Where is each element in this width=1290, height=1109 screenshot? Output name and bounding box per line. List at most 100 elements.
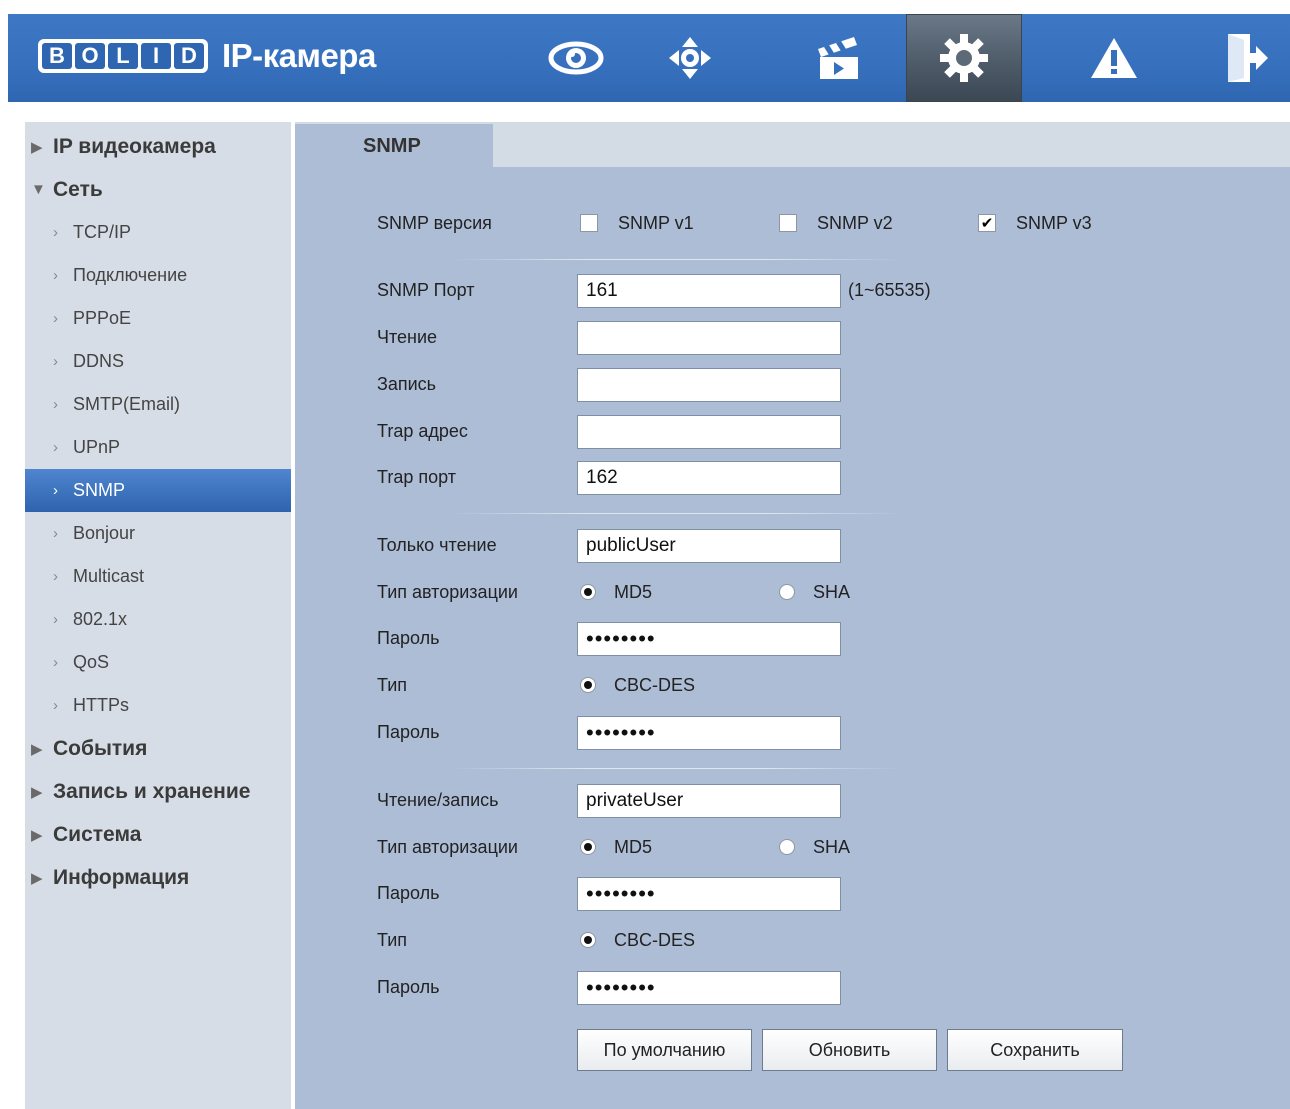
readonly-encryption-password-input[interactable]: •••••••• [577, 716, 841, 750]
nav-playback[interactable] [780, 14, 896, 102]
radio-icon[interactable] [779, 839, 795, 855]
trap-address-label: Trap адрес [377, 421, 468, 441]
readonly-encryption-cbc-des-radio[interactable]: CBC-DES [580, 668, 695, 702]
readwrite-encryption-cbc-des-radio[interactable]: CBC-DES [580, 923, 695, 957]
separator [450, 513, 902, 514]
trap-port-input[interactable] [577, 461, 841, 495]
option-label: SHA [813, 836, 851, 857]
sidebar-item-label: SNMP [73, 480, 126, 500]
sidebar-item-https[interactable]: › HTTPs [25, 684, 291, 727]
read-community-input[interactable] [577, 321, 841, 355]
checkmark-icon[interactable]: ✔ [978, 214, 996, 232]
snmp-v3-checkbox[interactable]: ✔ SNMP v3 [978, 206, 1092, 240]
readonly-auth-md5-radio[interactable]: MD5 [580, 575, 652, 609]
nav-settings[interactable] [906, 14, 1022, 102]
snmp-v1-checkbox[interactable]: SNMP v1 [580, 206, 694, 240]
write-community-input[interactable] [577, 368, 841, 402]
gear-icon [940, 34, 988, 82]
sidebar-group-ip-camera[interactable]: ▶ IP видеокамера [25, 125, 291, 168]
write-community-label: Запись [377, 374, 437, 394]
sidebar-group-info[interactable]: ▶ Информация [25, 856, 291, 899]
sidebar-item-connection[interactable]: › Подключение [25, 254, 291, 297]
sidebar: ▶ IP видеокамера ▼ Сеть › TCP/IP › Подключ… [25, 122, 291, 1109]
sidebar-item-label: HTTPs [73, 695, 129, 715]
sidebar-group-system[interactable]: ▶ Система [25, 813, 291, 856]
nav-alarm[interactable] [1056, 14, 1172, 102]
readonly-auth-password-input[interactable]: •••••••• [577, 622, 841, 656]
top-header: BOLID IP-камера [8, 14, 1290, 102]
group-label: IP видеокамера [53, 134, 216, 158]
sidebar-item-ddns[interactable]: › DDNS [25, 340, 291, 383]
snmp-port-range-hint: (1~65535) [848, 280, 931, 300]
checkbox-box[interactable] [580, 214, 598, 232]
radio-selected-icon[interactable] [580, 839, 596, 855]
snmp-port-input[interactable] [577, 274, 841, 308]
radio-selected-icon[interactable] [580, 584, 596, 600]
sidebar-group-network[interactable]: ▼ Сеть [25, 168, 291, 211]
refresh-button[interactable]: Обновить [762, 1029, 937, 1071]
sidebar-item-label: TCP/IP [73, 222, 132, 242]
sidebar-item-multicast[interactable]: › Multicast [25, 555, 291, 598]
eye-icon [548, 41, 604, 75]
readonly-user-input[interactable] [577, 529, 841, 563]
readonly-auth-password-label: Пароль [377, 628, 440, 648]
nav-logout[interactable] [1188, 14, 1290, 102]
readwrite-user-input[interactable] [577, 784, 841, 818]
tab-snmp[interactable]: SNMP [295, 124, 493, 167]
readonly-auth-sha-radio[interactable]: SHA [779, 575, 850, 609]
warning-icon [1091, 38, 1137, 78]
radio-icon[interactable] [779, 584, 795, 600]
sidebar-item-8021x[interactable]: › 802.1x [25, 598, 291, 641]
radio-selected-icon[interactable] [580, 932, 596, 948]
group-label: Система [53, 822, 142, 846]
trap-port-label: Trap порт [377, 467, 456, 487]
bolid-logo: BOLID [38, 39, 208, 73]
chevron-right-icon: › [53, 611, 58, 628]
trap-address-input[interactable] [577, 415, 841, 449]
settings-panel: SNMP SNMP версия SNMP v1 SNMP v2 ✔ SNMP … [295, 122, 1290, 1109]
readwrite-auth-password-label: Пароль [377, 883, 440, 903]
sidebar-item-tcpip[interactable]: › TCP/IP [25, 211, 291, 254]
sidebar-item-qos[interactable]: › QoS [25, 641, 291, 684]
readwrite-auth-password-input[interactable]: •••••••• [577, 877, 841, 911]
expand-arrow-icon: ▶ [31, 826, 43, 844]
save-button[interactable]: Сохранить [947, 1029, 1123, 1071]
tab-bar: SNMP [295, 122, 1290, 167]
separator [450, 259, 902, 260]
checkbox-box[interactable] [779, 214, 797, 232]
nav-live-view[interactable] [518, 14, 634, 102]
chevron-right-icon: › [53, 267, 58, 284]
radio-selected-icon[interactable] [580, 677, 596, 693]
option-label: SNMP v1 [618, 212, 694, 233]
nav-ptz[interactable] [632, 14, 748, 102]
snmp-v2-checkbox[interactable]: SNMP v2 [779, 206, 893, 240]
group-label: Информация [53, 865, 190, 889]
readwrite-encryption-type-label: Тип [377, 930, 408, 950]
brand: BOLID IP-камера [38, 36, 376, 76]
sidebar-item-pppoe[interactable]: › PPPoE [25, 297, 291, 340]
readwrite-auth-md5-radio[interactable]: MD5 [580, 830, 652, 864]
chevron-right-icon: › [53, 224, 58, 241]
readwrite-auth-sha-radio[interactable]: SHA [779, 830, 850, 864]
sidebar-item-upnp[interactable]: › UPnP [25, 426, 291, 469]
readwrite-encryption-password-label: Пароль [377, 977, 440, 997]
option-label: SNMP v2 [817, 212, 893, 233]
readwrite-user-label: Чтение/запись [377, 790, 499, 810]
sidebar-item-smtp[interactable]: › SMTP(Email) [25, 383, 291, 426]
readwrite-auth-type-label: Тип авторизации [377, 837, 518, 857]
app-title: IP-камера [222, 37, 376, 74]
default-button[interactable]: По умолчанию [577, 1029, 752, 1071]
sidebar-item-label: Подключение [73, 265, 188, 285]
sidebar-item-snmp[interactable]: › SNMP [25, 469, 291, 512]
group-label: Запись и хранение [53, 779, 251, 803]
sidebar-item-label: UPnP [73, 437, 121, 457]
logout-icon [1228, 34, 1268, 82]
group-label: События [53, 736, 148, 760]
chevron-right-icon: › [53, 568, 58, 585]
readonly-user-label: Только чтение [377, 535, 497, 555]
sidebar-group-events[interactable]: ▶ События [25, 727, 291, 770]
readwrite-encryption-password-input[interactable]: •••••••• [577, 971, 841, 1005]
sidebar-item-label: QoS [73, 652, 110, 672]
sidebar-item-bonjour[interactable]: › Bonjour [25, 512, 291, 555]
sidebar-group-record-storage[interactable]: ▶ Запись и хранение [25, 770, 291, 813]
